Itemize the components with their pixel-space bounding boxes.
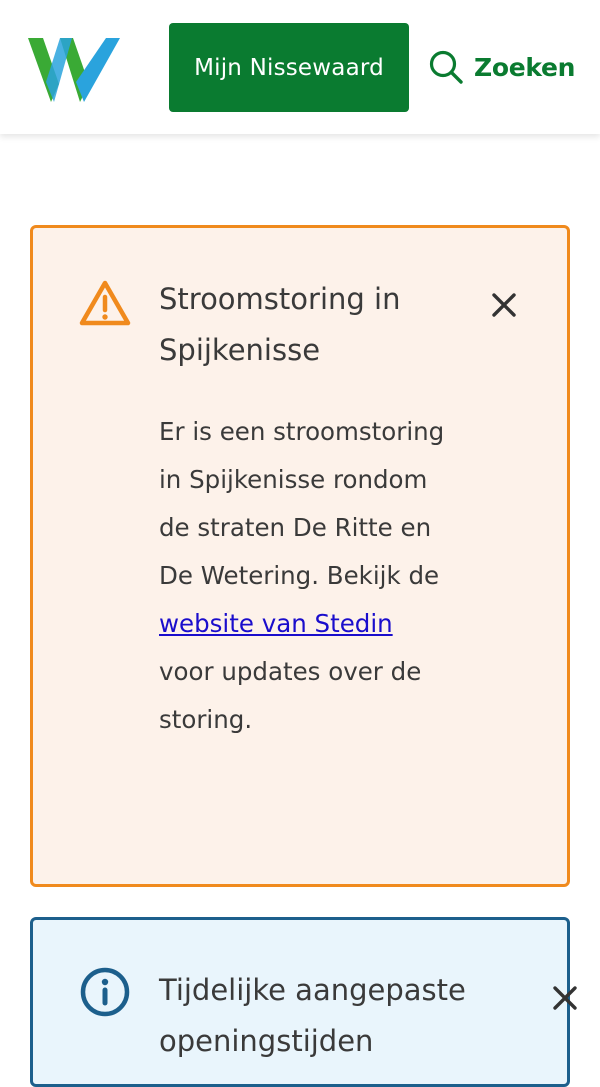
stedin-website-link[interactable]: website van Stedin (159, 609, 393, 638)
nissewaard-logo[interactable] (28, 34, 122, 102)
alert-body-text: Er is een stroomstoring in Spijkenisse r… (159, 417, 445, 590)
alert-title: Tijdelijke aangepaste openingstijden (159, 973, 466, 1058)
alert-body: Er is een stroomstoring in Spijkenisse r… (159, 408, 449, 744)
search-button[interactable]: Zoeken (428, 44, 575, 90)
close-icon[interactable] (487, 288, 521, 322)
search-label: Zoeken (474, 52, 576, 82)
close-icon[interactable] (548, 981, 582, 1015)
info-alert: Tijdelijke aangepaste openingstijden (30, 917, 577, 1087)
site-header: Mijn Nissewaard Zoeken (0, 0, 600, 134)
mijn-nissewaard-button[interactable]: Mijn Nissewaard (169, 23, 409, 112)
search-icon (429, 50, 463, 84)
warning-triangle-icon (79, 280, 131, 326)
warning-alert: Stroomstoring in Spijkenisse Er is een s… (30, 225, 570, 887)
info-circle-icon (80, 967, 130, 1017)
alert-title: Stroomstoring in Spijkenisse (159, 282, 401, 367)
alert-body-text-end: voor updates over de storing. (159, 657, 422, 734)
